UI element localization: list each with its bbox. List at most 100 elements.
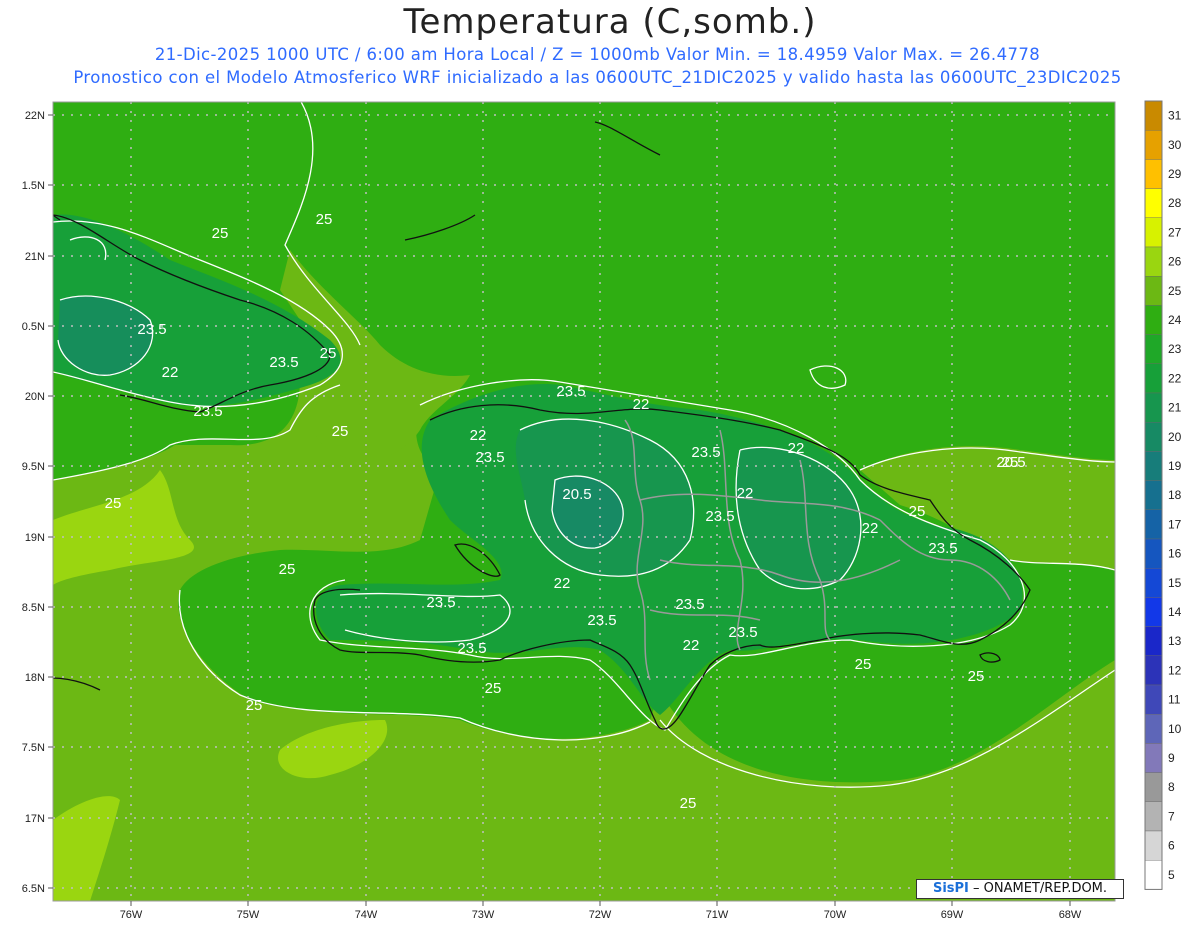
colorbar-swatch xyxy=(1144,334,1163,365)
colorbar-swatch xyxy=(1144,801,1163,832)
contour-label: 23.5 xyxy=(691,444,720,461)
credit-text: – ONAMET/REP.DOM. xyxy=(973,881,1108,896)
contour-label: 25 xyxy=(909,503,926,520)
lon-tick-label: 71W xyxy=(706,909,729,921)
contour-label: 22 xyxy=(554,575,571,592)
colorbar-swatch xyxy=(1144,363,1163,394)
colorbar-label: 17 xyxy=(1168,517,1182,531)
colorbar-label: 28 xyxy=(1168,196,1182,210)
lon-tick-label: 68W xyxy=(1059,909,1082,921)
contour-label: 25 xyxy=(105,495,122,512)
colorbar-label: 13 xyxy=(1168,634,1182,648)
colorbar-label: 6 xyxy=(1168,839,1175,853)
lon-tick-label: 73W xyxy=(472,909,495,921)
colorbar-swatch xyxy=(1144,538,1163,569)
colorbar-label: 8 xyxy=(1168,780,1175,794)
contour-label: 23.5 xyxy=(269,354,298,371)
colorbar-swatch xyxy=(1144,860,1163,890)
lon-tick-label: 69W xyxy=(941,909,964,921)
contour-label: 25 xyxy=(680,795,697,812)
contour-label: 25 xyxy=(485,680,502,697)
lon-tick-label: 75W xyxy=(237,909,260,921)
colorbar-label: 24 xyxy=(1168,313,1182,327)
colorbar-label: 27 xyxy=(1168,225,1182,239)
colorbar-swatch xyxy=(1144,392,1163,423)
lat-tick-label: 20N xyxy=(25,391,45,403)
colorbar-swatch xyxy=(1144,246,1163,277)
contour-label: 23.5 xyxy=(137,321,166,338)
contour-label: 22 xyxy=(683,637,700,654)
lat-tick-label: 0.5N xyxy=(22,321,45,333)
colorbar-label: 31 xyxy=(1168,109,1182,123)
colorbar-swatch xyxy=(1144,568,1163,598)
colorbar-swatch xyxy=(1144,655,1163,686)
contour-label: 25 xyxy=(212,225,229,242)
colorbar-label: 7 xyxy=(1168,809,1175,823)
colorbar-label: 25 xyxy=(1168,284,1182,298)
lat-tick-label: 19N xyxy=(25,532,45,544)
colorbar-label: 20 xyxy=(1168,430,1182,444)
colorbar-swatch xyxy=(1144,159,1163,189)
contour-label: 23.5 xyxy=(556,383,585,400)
contour-label: 25 xyxy=(316,211,333,228)
contour-label: 25 xyxy=(279,561,296,578)
colorbar: 31 30 29 28 27 26 25 24 23 22 21 20 19 18 17 16 15 14 13 12… xyxy=(1144,100,1182,890)
colorbar-swatch xyxy=(1144,743,1163,773)
contour-label: 22 xyxy=(162,364,179,381)
colorbar-swatch xyxy=(1144,772,1163,802)
contour-label: 23.5 xyxy=(457,640,486,657)
lon-tick-label: 74W xyxy=(355,909,378,921)
lon-tick-label: 70W xyxy=(824,909,847,921)
colorbar-swatch xyxy=(1144,480,1163,511)
colorbar-label: 26 xyxy=(1168,255,1182,269)
colorbar-label: 21 xyxy=(1168,401,1182,415)
colorbar-label: 15 xyxy=(1168,576,1182,590)
colorbar-label: 9 xyxy=(1168,751,1175,765)
colorbar-label: 5 xyxy=(1168,868,1175,882)
colorbar-label: 14 xyxy=(1168,605,1182,619)
colorbar-label: 10 xyxy=(1168,722,1182,736)
colorbar-label: 30 xyxy=(1168,138,1182,152)
colorbar-label: 11 xyxy=(1168,693,1181,707)
contour-label: 22 xyxy=(737,485,754,502)
colorbar-label: 12 xyxy=(1168,663,1182,677)
colorbar-swatch xyxy=(1144,684,1163,715)
colorbar-label: 22 xyxy=(1168,371,1182,385)
contour-label: 25 xyxy=(246,697,263,714)
colorbar-swatch xyxy=(1144,626,1163,656)
contour-label: 23.5 xyxy=(426,594,455,611)
colorbar-label: 16 xyxy=(1168,547,1182,561)
temperature-map: 252523.52223.52523.5252523.52523.5222223… xyxy=(22,100,1182,921)
lat-tick-label: 7.5N xyxy=(22,742,45,754)
colorbar-label: 18 xyxy=(1168,488,1182,502)
colorbar-swatch xyxy=(1144,100,1163,131)
contour-label: 25 xyxy=(855,656,872,673)
colorbar-swatch xyxy=(1144,276,1163,306)
contour-label: 20.5 xyxy=(996,454,1025,471)
contour-label: 22 xyxy=(788,440,805,457)
colorbar-label: 23 xyxy=(1168,342,1182,356)
contour-label: 25 xyxy=(320,345,337,362)
colorbar-label: 29 xyxy=(1168,167,1182,181)
contour-label: 22 xyxy=(862,520,879,537)
sispi-logo: SisPI xyxy=(932,881,969,896)
colorbar-swatch xyxy=(1144,217,1163,248)
lat-tick-label: 17N xyxy=(25,813,45,825)
contour-label: 23.5 xyxy=(193,403,222,420)
colorbar-swatch xyxy=(1144,509,1163,540)
lat-tick-label: 9.5N xyxy=(22,461,45,473)
colorbar-swatch xyxy=(1144,597,1163,627)
contour-label: 25 xyxy=(332,423,349,440)
contour-label: 23.5 xyxy=(728,624,757,641)
colorbar-swatch xyxy=(1144,422,1163,452)
colorbar-swatch xyxy=(1144,714,1163,744)
lat-tick-label: 8.5N xyxy=(22,602,45,614)
lat-tick-label: 21N xyxy=(25,251,45,263)
contour-label: 22 xyxy=(470,427,487,444)
colorbar-swatch xyxy=(1144,188,1163,219)
contour-label: 23.5 xyxy=(705,508,734,525)
lat-tick-label: 22N xyxy=(25,110,45,122)
colorbar-swatch xyxy=(1144,129,1163,160)
contour-label: 23.5 xyxy=(475,449,504,466)
lat-tick-label: 6.5N xyxy=(22,883,45,895)
